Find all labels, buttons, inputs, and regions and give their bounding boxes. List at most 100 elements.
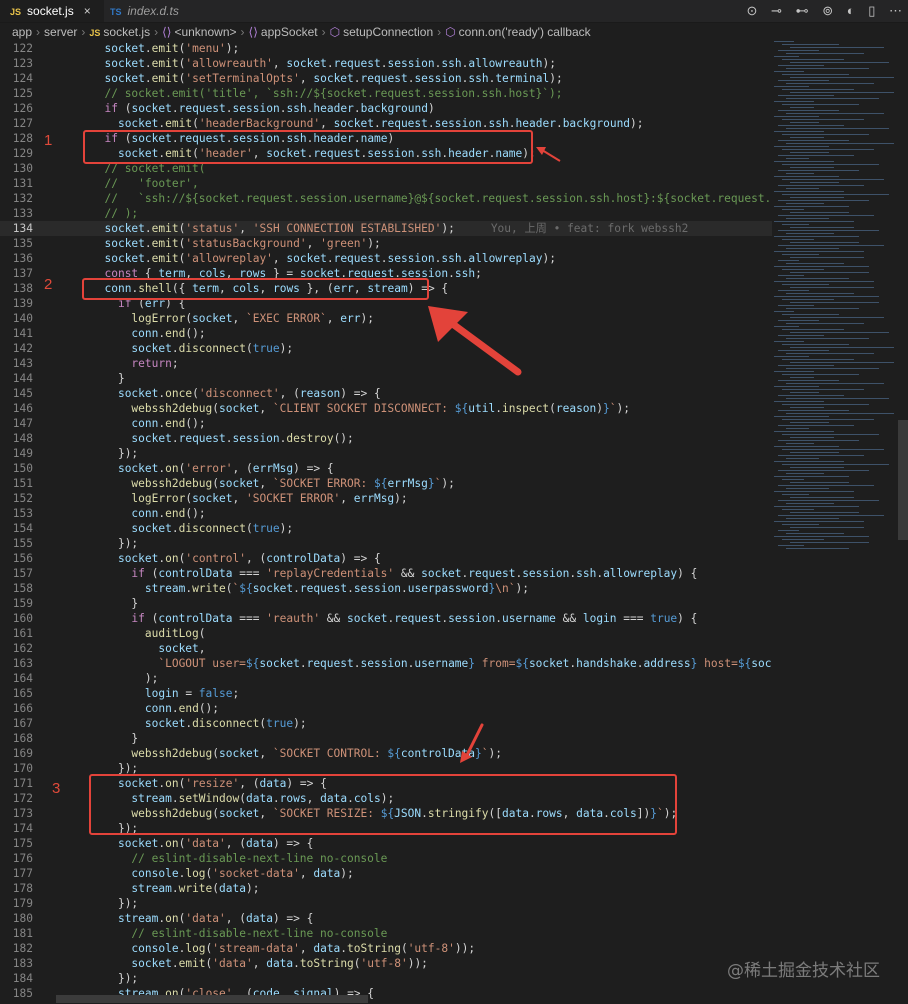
- open-changes-icon[interactable]: ⊚: [822, 3, 833, 18]
- code-line[interactable]: 124 socket.emit('setTerminalOpts', socke…: [0, 71, 772, 86]
- vertical-scrollbar[interactable]: [898, 420, 908, 540]
- code-line[interactable]: 146 webssh2debug(socket, `CLIENT SOCKET …: [0, 401, 772, 416]
- line-number[interactable]: 176: [0, 851, 33, 866]
- code-line[interactable]: 155 });: [0, 536, 772, 551]
- code-line[interactable]: 156 socket.on('control', (controlData) =…: [0, 551, 772, 566]
- code-line[interactable]: 132 // `ssh://${socket.request.session.u…: [0, 191, 772, 206]
- code-line[interactable]: 149 });: [0, 446, 772, 461]
- code-line[interactable]: 182 console.log('stream-data', data.toSt…: [0, 941, 772, 956]
- line-number[interactable]: 159: [0, 596, 33, 611]
- line-number[interactable]: 142: [0, 341, 33, 356]
- code-line[interactable]: 164 );: [0, 671, 772, 686]
- breadcrumb-item[interactable]: conn.on('ready') callback: [459, 25, 591, 39]
- line-number[interactable]: 143: [0, 356, 33, 371]
- line-number[interactable]: 173: [0, 806, 33, 821]
- git-commit-prev-icon[interactable]: ⊸: [771, 3, 782, 18]
- minimap[interactable]: [774, 41, 898, 561]
- code-line[interactable]: 163 `LOGOUT user=${socket.request.sessio…: [0, 656, 772, 671]
- line-number[interactable]: 179: [0, 896, 33, 911]
- code-line[interactable]: 184 });: [0, 971, 772, 986]
- line-number[interactable]: 132: [0, 191, 33, 206]
- line-number[interactable]: 149: [0, 446, 33, 461]
- code-line[interactable]: 151 webssh2debug(socket, `SOCKET ERROR: …: [0, 476, 772, 491]
- line-number[interactable]: 177: [0, 866, 33, 881]
- line-number[interactable]: 123: [0, 56, 33, 71]
- code-line[interactable]: 136 socket.emit('allowreplay', socket.re…: [0, 251, 772, 266]
- line-number[interactable]: 175: [0, 836, 33, 851]
- code-line[interactable]: 183 socket.emit('data', data.toString('u…: [0, 956, 772, 971]
- git-blame-annotation[interactable]: You, 上周 • feat: fork webssh2: [491, 222, 689, 235]
- breadcrumb-item[interactable]: appSocket: [261, 25, 318, 39]
- line-number[interactable]: 129: [0, 146, 33, 161]
- code-line[interactable]: 144 }: [0, 371, 772, 386]
- close-icon[interactable]: ×: [84, 4, 91, 18]
- line-number[interactable]: 139: [0, 296, 33, 311]
- line-number[interactable]: 182: [0, 941, 33, 956]
- line-number[interactable]: 162: [0, 641, 33, 656]
- git-commit-next-icon[interactable]: ⊷: [796, 3, 809, 18]
- line-number[interactable]: 167: [0, 716, 33, 731]
- line-number[interactable]: 151: [0, 476, 33, 491]
- code-line[interactable]: 158 stream.write(`${socket.request.sessi…: [0, 581, 772, 596]
- horizontal-scrollbar[interactable]: [56, 995, 368, 1003]
- code-line[interactable]: 153 conn.end();: [0, 506, 772, 521]
- line-number[interactable]: 128: [0, 131, 33, 146]
- line-number[interactable]: 168: [0, 731, 33, 746]
- line-number[interactable]: 184: [0, 971, 33, 986]
- code-line[interactable]: 143 return;: [0, 356, 772, 371]
- line-number[interactable]: 157: [0, 566, 33, 581]
- code-line[interactable]: 131 // 'footer',: [0, 176, 772, 191]
- code-line[interactable]: 150 socket.on('error', (errMsg) => {: [0, 461, 772, 476]
- line-number[interactable]: 164: [0, 671, 33, 686]
- breadcrumb-item[interactable]: server: [44, 25, 77, 39]
- line-number[interactable]: 130: [0, 161, 33, 176]
- code-line[interactable]: 140 logError(socket, `EXEC ERROR`, err);: [0, 311, 772, 326]
- breadcrumb-item[interactable]: socket.js: [103, 25, 150, 39]
- line-number[interactable]: 156: [0, 551, 33, 566]
- code-line[interactable]: 160 if (controlData === 'reauth' && sock…: [0, 611, 772, 626]
- line-number[interactable]: 166: [0, 701, 33, 716]
- line-number[interactable]: 170: [0, 761, 33, 776]
- line-number[interactable]: 181: [0, 926, 33, 941]
- code-line[interactable]: 178 stream.write(data);: [0, 881, 772, 896]
- code-line[interactable]: 148 socket.request.session.destroy();: [0, 431, 772, 446]
- line-number[interactable]: 155: [0, 536, 33, 551]
- line-number[interactable]: 152: [0, 491, 33, 506]
- line-number[interactable]: 153: [0, 506, 33, 521]
- code-line[interactable]: 166 conn.end();: [0, 701, 772, 716]
- code-line[interactable]: 175 socket.on('data', (data) => {: [0, 836, 772, 851]
- tab-index-d-ts[interactable]: TS index.d.ts: [100, 0, 220, 22]
- code-line[interactable]: 122 socket.emit('menu');: [0, 41, 772, 56]
- code-line[interactable]: 157 if (controlData === 'replayCredentia…: [0, 566, 772, 581]
- line-number[interactable]: 158: [0, 581, 33, 596]
- line-number[interactable]: 172: [0, 791, 33, 806]
- code-line[interactable]: 161 auditLog(: [0, 626, 772, 641]
- line-number[interactable]: 148: [0, 431, 33, 446]
- code-line[interactable]: 147 conn.end();: [0, 416, 772, 431]
- line-number[interactable]: 138: [0, 281, 33, 296]
- more-actions-icon[interactable]: ⋯: [889, 3, 902, 18]
- breadcrumb-item[interactable]: <unknown>: [174, 25, 236, 39]
- code-line[interactable]: 169 webssh2debug(socket, `SOCKET CONTROL…: [0, 746, 772, 761]
- code-line[interactable]: 180 stream.on('data', (data) => {: [0, 911, 772, 926]
- line-number[interactable]: 136: [0, 251, 33, 266]
- toggle-blame-icon[interactable]: ◐: [847, 3, 855, 18]
- code-line[interactable]: 181 // eslint-disable-next-line no-conso…: [0, 926, 772, 941]
- code-line[interactable]: 176 // eslint-disable-next-line no-conso…: [0, 851, 772, 866]
- code-line[interactable]: 126 if (socket.request.session.ssh.heade…: [0, 101, 772, 116]
- code-line[interactable]: 159 }: [0, 596, 772, 611]
- line-number[interactable]: 134: [0, 221, 33, 236]
- line-number[interactable]: 180: [0, 911, 33, 926]
- code-line[interactable]: 142 socket.disconnect(true);: [0, 341, 772, 356]
- line-number[interactable]: 169: [0, 746, 33, 761]
- line-number[interactable]: 122: [0, 41, 33, 56]
- code-line[interactable]: 125 // socket.emit('title', `ssh://${soc…: [0, 86, 772, 101]
- line-number[interactable]: 183: [0, 956, 33, 971]
- line-number[interactable]: 125: [0, 86, 33, 101]
- line-number[interactable]: 161: [0, 626, 33, 641]
- line-number[interactable]: 154: [0, 521, 33, 536]
- tab-socket-js[interactable]: JS socket.js ×: [0, 0, 104, 22]
- line-number[interactable]: 135: [0, 236, 33, 251]
- split-editor-icon[interactable]: ▯: [868, 3, 875, 18]
- line-number[interactable]: 124: [0, 71, 33, 86]
